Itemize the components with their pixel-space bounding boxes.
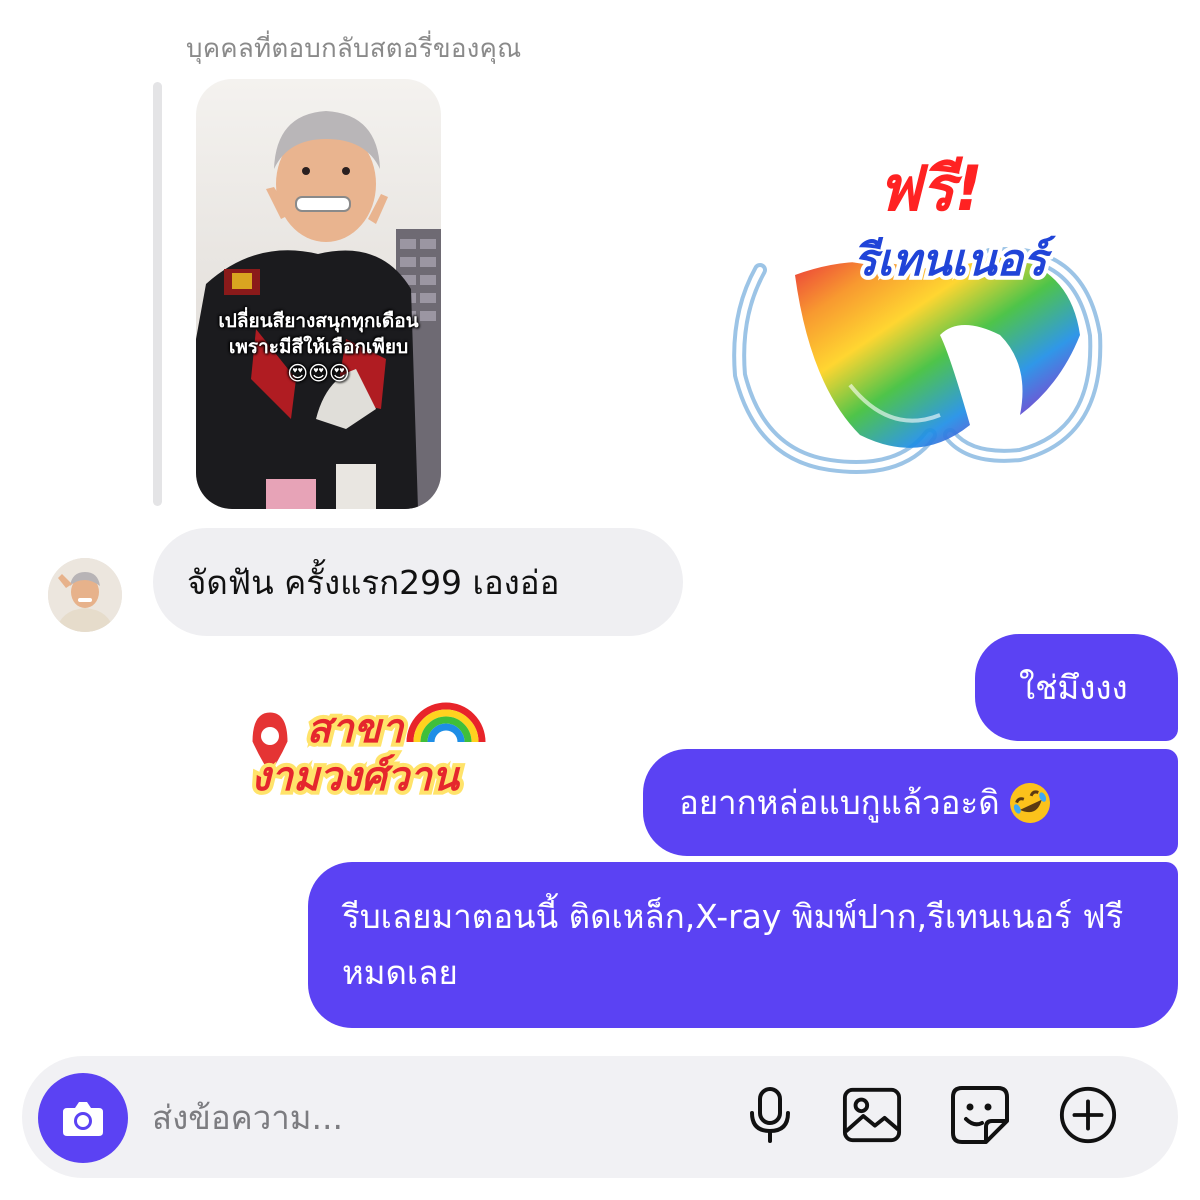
branch-sticker-line-1: สาขา (307, 706, 405, 752)
avatar-image (48, 558, 122, 632)
sticker-icon (951, 1086, 1009, 1144)
outgoing-message-bubble[interactable]: รีบเลยมาตอนนี้ ติดเหล็ก,X-ray พิมพ์ปาก,ร… (308, 862, 1178, 1028)
retainer-sticker[interactable]: ฟรี! รีเทนเนอร์ (700, 135, 1140, 510)
reply-indicator-bar (153, 82, 162, 506)
microphone-button[interactable] (740, 1083, 800, 1147)
story-caption-line-2: เพราะมีสีให้เลือกเพียบ (228, 336, 409, 358)
outgoing-message-bubble[interactable]: ใช่มึงงง (975, 634, 1178, 741)
plus-circle-icon (1059, 1086, 1117, 1144)
incoming-message-text: จัดฟัน ครั้งแรก299 เองอ่อ (187, 562, 560, 602)
outgoing-message-text: ใช่มึงงง (1019, 668, 1128, 707)
gallery-button[interactable] (842, 1083, 902, 1147)
story-caption: เปลี่ยนสียางสนุกทุกเดือน เพราะมีสีให้เลื… (196, 308, 441, 386)
story-photo (196, 79, 441, 509)
outgoing-message-bubble[interactable]: อยากหล่อแบกูแล้วอะดิ (643, 749, 1178, 856)
outgoing-message-text: อยากหล่อแบกูแล้วอะดิ (679, 783, 1000, 822)
rainbow-icon (406, 702, 486, 743)
story-thumbnail[interactable]: เปลี่ยนสียางสนุกทุกเดือน เพราะมีสีให้เลื… (196, 79, 441, 509)
retainer-sticker-line-1: ฟรี! (877, 152, 982, 225)
image-icon (842, 1087, 902, 1143)
microphone-icon (750, 1087, 790, 1143)
story-reply-caption: บุคคลที่ตอบกลับสตอรี่ของคุณ (186, 34, 522, 64)
branch-sticker-line-2: งามวงศ์วาน (251, 754, 461, 800)
story-caption-line-1: เปลี่ยนสียางสนุกทุกเดือน (218, 310, 419, 332)
camera-icon (63, 1102, 103, 1136)
rolling-laughing-emoji (1009, 782, 1050, 823)
outgoing-message-text: รีบเลยมาตอนนี้ ติดเหล็ก,X-ray พิมพ์ปาก,ร… (342, 897, 1124, 992)
message-input[interactable] (150, 1086, 674, 1148)
retainer-sticker-line-2: รีเทนเนอร์ (854, 235, 1057, 286)
plus-button[interactable] (1058, 1083, 1118, 1147)
incoming-message-bubble[interactable]: จัดฟัน ครั้งแรก299 เองอ่อ (153, 528, 683, 636)
sticker-button[interactable] (950, 1083, 1010, 1147)
story-caption-emoji: 😍😍😍 (287, 361, 350, 385)
camera-button[interactable] (38, 1073, 128, 1163)
retainer-sticker-image: ฟรี! รีเทนเนอร์ (732, 148, 1103, 474)
branch-sticker[interactable]: สาขา งามวงศ์วาน (220, 690, 490, 820)
avatar[interactable] (48, 558, 122, 632)
branch-sticker-image: สาขา งามวงศ์วาน (247, 702, 486, 804)
